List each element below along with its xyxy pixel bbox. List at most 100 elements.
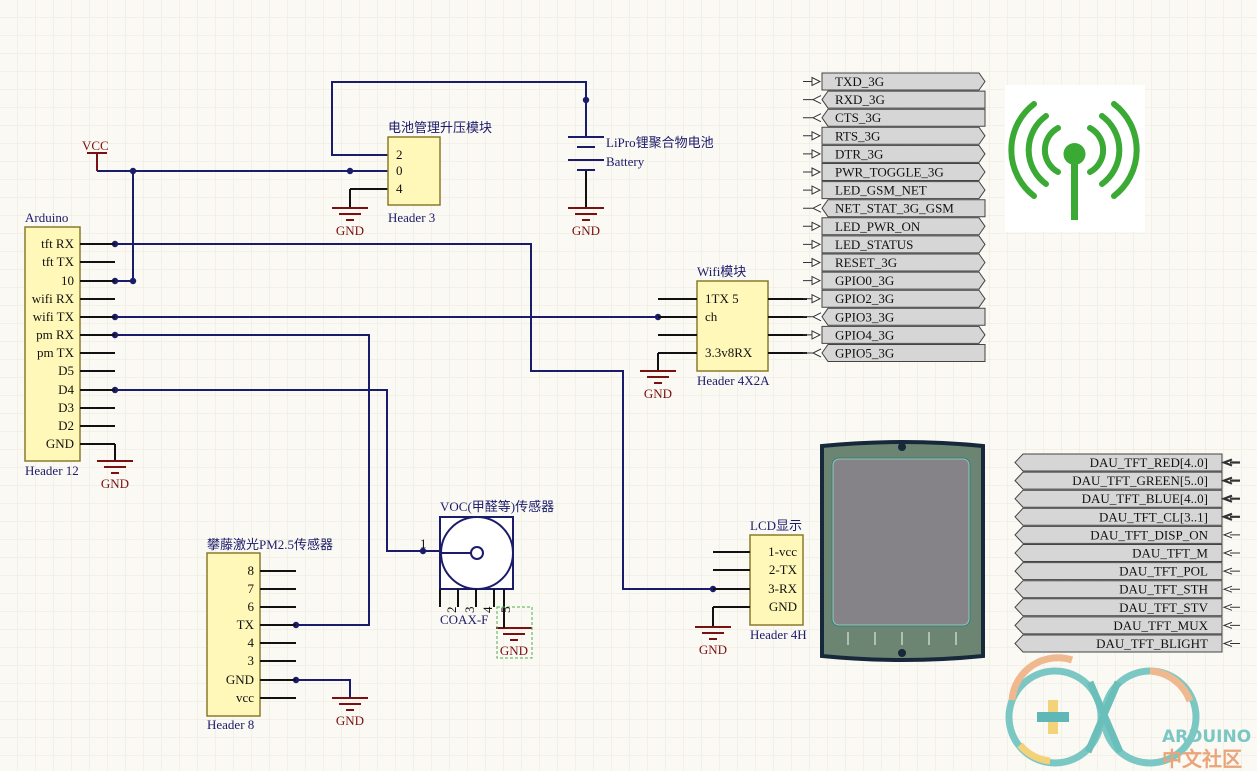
pin-label: tft TX [42,254,75,269]
pin-label: D4 [58,382,74,397]
pin-label: pm RX [36,327,75,342]
pm_sensor-title: 攀藤激光PM2.5传感器 [207,537,333,552]
voc-pin-1: 1 [420,536,427,551]
lcd-display-image [820,440,985,662]
port-label: DAU_TFT_BLIGHT [1096,636,1208,651]
voc-pin-4: 4 [480,606,495,613]
port-label: GPIO4_3G [835,327,894,342]
port-gpio4-3g[interactable]: GPIO4_3G [803,325,986,344]
logo-text-cn: 中文社区 [1162,747,1242,771]
pin-label: 1-vcc [768,544,797,559]
voc-footer: COAX-F [440,612,488,627]
port-dau-tft-red-4-0-[interactable]: DAU_TFT_RED[4..0] [1014,453,1240,472]
gnd-label: GND [336,223,364,238]
port-reset-3g[interactable]: RESET_3G [803,253,986,272]
pin-label: 6 [248,599,255,614]
pm_sensor-footer: Header 8 [207,717,254,732]
pin-label: 1TX 5 [705,291,739,306]
gnd-label: GND [101,476,129,491]
port-label: LED_STATUS [835,237,913,252]
port-net-stat-3g-gsm[interactable]: NET_STAT_3G_GSM [803,199,986,218]
vcc-label: VCC [82,138,109,153]
pin-label: GND [46,436,74,451]
port-dau-tft-stv[interactable]: DAU_TFT_STV [1014,598,1240,617]
port-label: GPIO0_3G [835,273,894,288]
port-pwr-toggle-3g[interactable]: PWR_TOGGLE_3G [803,163,986,181]
port-dau-tft-pol[interactable]: DAU_TFT_POL [1014,562,1240,581]
pin-label: 0 [396,163,403,178]
port-label: RESET_3G [835,255,897,270]
port-label: GPIO2_3G [835,291,894,306]
port-label: TXD_3G [835,74,884,89]
battery_module-footer: Header 3 [388,210,435,225]
port-dau-tft-green-5-0-[interactable]: DAU_TFT_GREEN[5..0] [1014,471,1240,490]
junction-dot [129,167,137,175]
junction-dot [346,167,354,175]
port-label: DAU_TFT_GREEN[5..0] [1072,473,1208,488]
port-label: DAU_TFT_DISP_ON [1090,527,1208,542]
port-label: RXD_3G [835,92,885,107]
pin-label: 2-TX [769,562,798,577]
port-dau-tft-mux[interactable]: DAU_TFT_MUX [1014,616,1240,635]
port-led-status[interactable]: LED_STATUS [803,235,986,254]
port-label: DAU_TFT_BLUE[4..0] [1082,491,1208,506]
port-dau-tft-disp-on[interactable]: DAU_TFT_DISP_ON [1014,525,1240,544]
port-led-pwr-on[interactable]: LED_PWR_ON [803,217,986,236]
wifi-title: Wifi模块 [697,264,746,279]
wifi-antenna-icon [1005,85,1145,232]
port-gpio0-3g[interactable]: GPIO0_3G [803,271,986,290]
port-dau-tft-m[interactable]: DAU_TFT_M [1014,544,1240,562]
port-dau-tft-cl-3-1-[interactable]: DAU_TFT_CL[3..1] [1014,507,1240,526]
logo-text-arduino: ARDUINO [1162,727,1251,747]
pin-label: 7 [248,581,255,596]
pin-label: wifi RX [32,291,75,306]
port-dau-tft-sth[interactable]: DAU_TFT_STH [1014,580,1240,599]
port-gpio2-3g[interactable]: GPIO2_3G [803,289,986,308]
port-dau-tft-blue-4-0-[interactable]: DAU_TFT_BLUE[4..0] [1014,489,1240,508]
pin-label: 3.3v8RX [705,345,753,360]
port-cts-3g[interactable]: CTS_3G [803,108,986,127]
pin-label: ch [705,309,718,324]
port-gpio5-3g[interactable]: GPIO5_3G [803,344,986,362]
pin-label: 2 [396,147,403,162]
port-rxd-3g[interactable]: RXD_3G [803,90,986,109]
port-led-gsm-net[interactable]: LED_GSM_NET [803,181,986,200]
voc-pin-2: 2 [444,607,459,614]
pin-label: D5 [58,363,74,378]
gnd-label: GND [336,713,364,728]
port-dau-tft-blight[interactable]: DAU_TFT_BLIGHT [1014,634,1240,653]
lcd-footer: Header 4H [750,627,807,642]
port-label: GPIO5_3G [835,346,894,361]
pin-label: 8 [248,563,255,578]
port-label: DAU_TFT_RED[4..0] [1090,455,1208,470]
port-txd-3g[interactable]: TXD_3G [803,72,986,91]
port-label: GPIO3_3G [835,309,894,324]
port-gpio3-3g[interactable]: GPIO3_3G [803,307,986,326]
port-label: DAU_TFT_STH [1119,582,1208,597]
port-rts-3g[interactable]: RTS_3G [803,126,986,145]
pin-label: TX [237,617,255,632]
battery-label: LiPro锂聚合物电池 [606,135,714,150]
voc-pin-5: 5 [498,607,513,614]
arduino-footer: Header 12 [25,463,79,478]
port-dtr-3g[interactable]: DTR_3G [803,144,986,163]
pin-label: D2 [58,418,74,433]
battery_module-title: 电池管理升压模块 [388,120,492,135]
port-label: DAU_TFT_STV [1119,600,1208,615]
pin-label: pm TX [37,345,75,360]
gnd-label: GND [699,642,727,657]
pin-label: 10 [61,273,74,288]
battery-sublabel: Battery [606,154,645,169]
wifi-footer: Header 4X2A [697,373,770,388]
port-label: DTR_3G [835,146,883,161]
pin-label: wifi TX [33,309,75,324]
port-label: PWR_TOGGLE_3G [835,165,944,180]
lcd-title: LCD显示 [750,518,802,533]
pin-label: GND [769,599,797,614]
voc-pin-3: 3 [462,607,477,614]
schematic-canvas: ArduinoHeader 12tft RXtft TX10wifi RXwif… [0,0,1257,771]
port-label: RTS_3G [835,128,880,143]
port-label: CTS_3G [835,110,881,125]
gnd-label: GND [500,643,528,658]
port-label: NET_STAT_3G_GSM [835,201,954,216]
